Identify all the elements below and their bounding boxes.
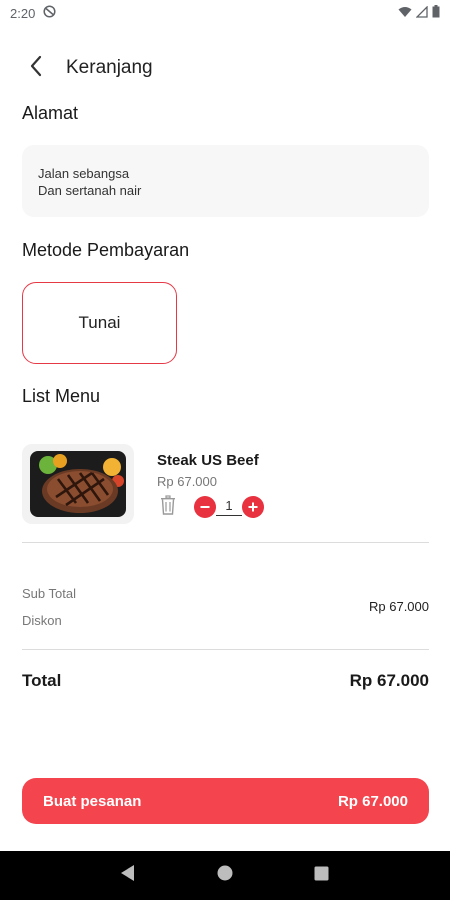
list-item: Steak US Beef Rp 67.000 1 [22,444,432,529]
place-order-amount: Rp 67.000 [337,792,408,810]
total-value: Rp 67.000 [349,671,429,690]
menu-item-price: Rp 67.000 [157,474,217,489]
address-line-2: Dan sertanah nair [38,183,142,198]
trash-icon [160,494,176,520]
plus-icon [247,501,259,513]
minus-icon [199,501,211,513]
subtotal-value: Rp 67.000 [369,599,429,614]
address-box: Jalan sebangsa Dan sertanah nair [22,145,429,217]
total-label: Total [22,671,62,690]
quantity-value[interactable]: 1 [216,498,242,516]
nav-home-button[interactable] [205,856,245,896]
address-line-1: Jalan sebangsa [38,166,130,181]
payment-option-label: Tunai [78,313,121,332]
divider [22,542,429,543]
dnd-icon [43,5,56,21]
nav-home-icon [217,865,233,886]
page-title: Keranjang [66,57,153,78]
battery-icon [432,5,440,21]
nav-back-button[interactable] [108,856,148,896]
divider [22,649,429,650]
menu-item-name: Steak US Beef [157,452,259,469]
place-order-label: Buat pesanan [43,792,142,810]
status-icons [398,4,440,21]
subtotal-label: Sub Total [22,586,76,601]
system-nav-bar [0,851,450,900]
discount-label: Diskon [22,613,62,628]
decrease-quantity-button[interactable] [194,496,216,518]
nav-back-icon [120,864,136,887]
app-bar: Keranjang [0,48,450,88]
nav-recents-button[interactable] [302,856,342,896]
status-bar: 2:20 [0,0,450,26]
place-order-button[interactable]: Buat pesanan Rp 67.000 [22,778,429,824]
signal-icon [415,4,428,21]
back-button[interactable] [16,48,56,88]
payment-section-title: Metode Pembayaran [22,240,190,260]
payment-option-cash[interactable]: Tunai [22,282,177,364]
wifi-icon [398,6,412,21]
menu-item-image-frame [22,444,134,524]
status-time: 2:20 [10,5,36,21]
menu-section-title: List Menu [22,386,101,406]
back-arrow-icon [29,55,43,82]
nav-recents-icon [314,866,329,886]
steak-image [30,451,126,517]
delete-item-button[interactable] [160,494,178,520]
increase-quantity-button[interactable] [242,496,264,518]
address-section-title: Alamat [22,103,79,123]
quantity-stepper: 1 [160,494,264,520]
